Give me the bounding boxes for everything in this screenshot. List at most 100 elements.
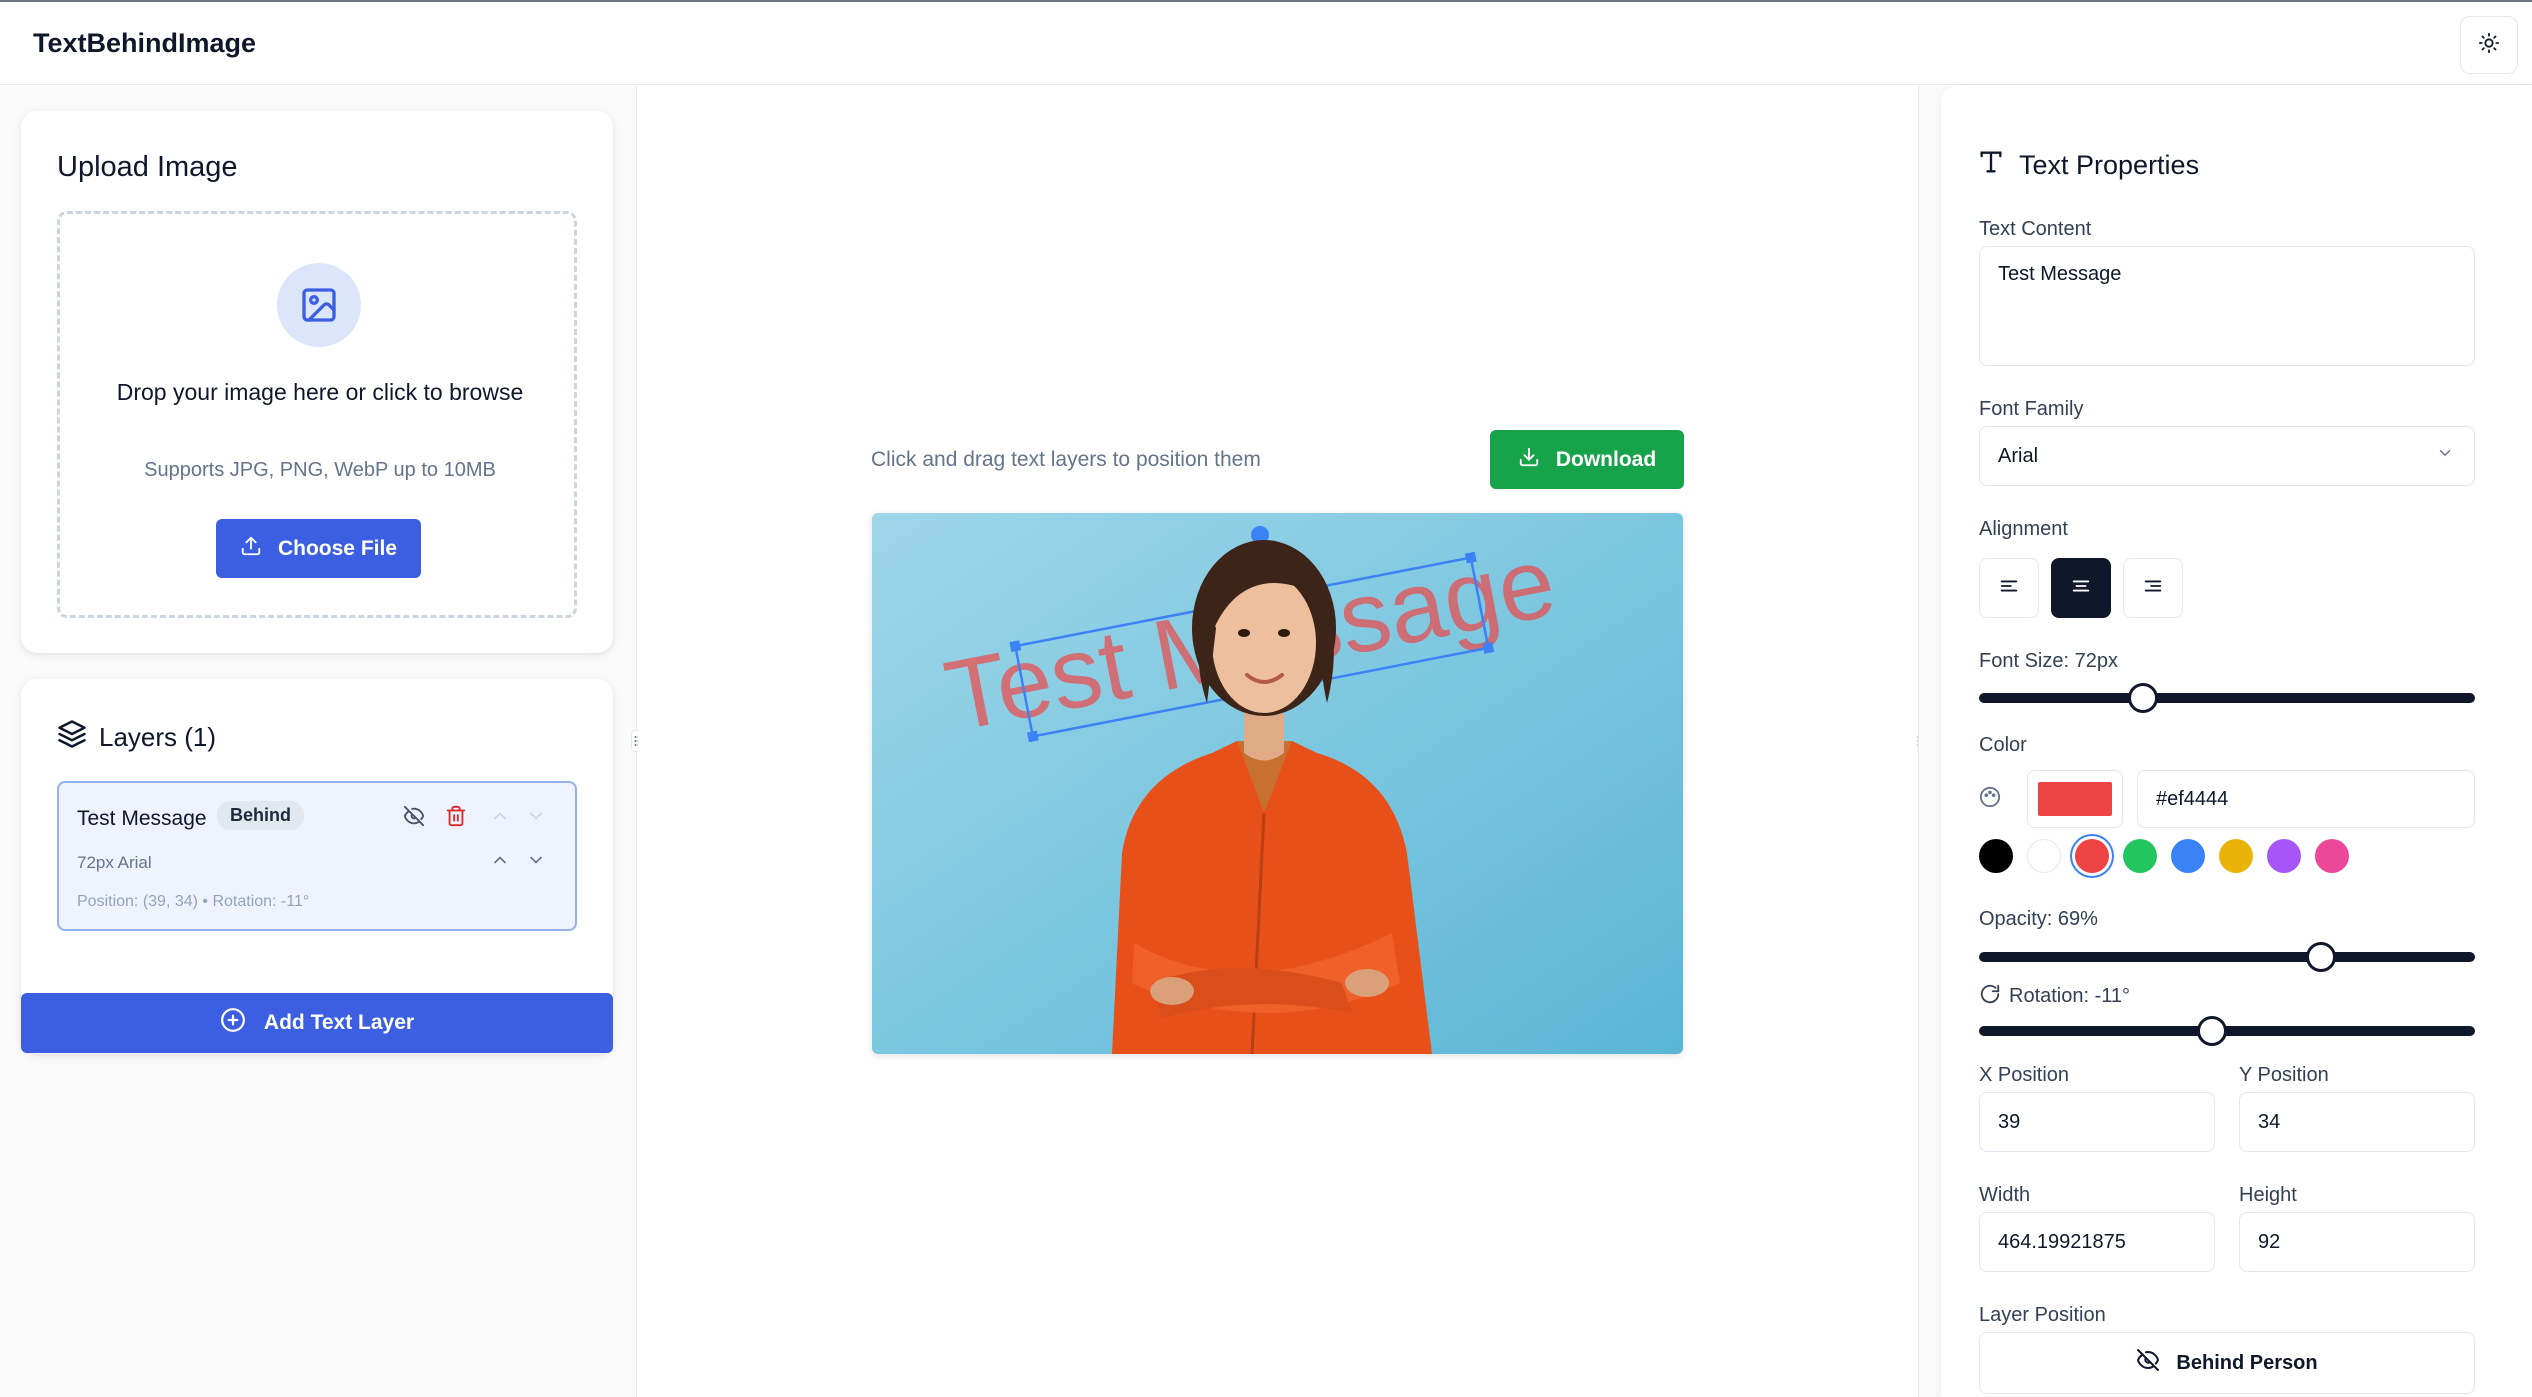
image-canvas[interactable]: Test Message bbox=[872, 513, 1683, 1054]
color-swatch[interactable] bbox=[2075, 839, 2109, 873]
download-button[interactable]: Download bbox=[1490, 430, 1684, 489]
align-left-icon bbox=[1998, 575, 2020, 602]
choose-file-label: Choose File bbox=[277, 536, 398, 560]
canvas-area: Click and drag text layers to position t… bbox=[638, 86, 1917, 1397]
type-icon bbox=[1977, 148, 2005, 183]
color-swatch[interactable] bbox=[2315, 839, 2349, 873]
y-position-label: Y Position bbox=[2239, 1064, 2329, 1086]
properties-header: Text Properties bbox=[1977, 148, 2199, 183]
dropzone-text: Drop your image here or click to browse bbox=[116, 379, 524, 405]
image-icon bbox=[277, 263, 361, 347]
height-value: 92 bbox=[2258, 1230, 2281, 1253]
choose-file-button[interactable]: Choose File bbox=[216, 519, 421, 578]
font-family-label: Font Family bbox=[1979, 398, 2084, 420]
text-content-field[interactable]: Test Message bbox=[1979, 246, 2475, 366]
canvas-hint: Click and drag text layers to position t… bbox=[871, 448, 1261, 471]
left-panel: Upload Image Drop your image here or cli… bbox=[0, 86, 637, 1397]
font-size-slider[interactable] bbox=[1979, 693, 2475, 703]
add-text-layer-label: Add Text Layer bbox=[263, 1011, 415, 1034]
color-label: Color bbox=[1979, 734, 2027, 756]
height-input[interactable]: 92 bbox=[2239, 1212, 2475, 1272]
rotation-label-row: Rotation: -11° bbox=[1979, 983, 2130, 1010]
y-position-value: 34 bbox=[2258, 1110, 2281, 1133]
theme-toggle-button[interactable] bbox=[2460, 16, 2518, 74]
layer-badge: Behind bbox=[217, 801, 304, 830]
chevron-up-icon[interactable] bbox=[487, 847, 513, 873]
download-label: Download bbox=[1555, 447, 1657, 471]
x-position-label: X Position bbox=[1979, 1064, 2070, 1086]
x-position-input[interactable]: 39 bbox=[1979, 1092, 2215, 1152]
dropzone-supports: Supports JPG, PNG, WebP up to 10MB bbox=[144, 459, 496, 481]
font-size-slider-thumb[interactable] bbox=[2127, 683, 2158, 713]
text-properties-card: Text Properties Text Content Test Messag… bbox=[1941, 86, 2532, 1397]
y-position-input[interactable]: 34 bbox=[2239, 1092, 2475, 1152]
eye-off-icon[interactable] bbox=[401, 803, 427, 829]
height-label: Height bbox=[2239, 1184, 2297, 1206]
resize-handle[interactable] bbox=[1482, 642, 1495, 654]
align-right-icon bbox=[2142, 575, 2164, 602]
layers-header: Layers (1) bbox=[57, 719, 216, 756]
color-hex-value: #ef4444 bbox=[2156, 787, 2229, 810]
sun-icon bbox=[2478, 32, 2500, 59]
resize-handle[interactable] bbox=[1464, 551, 1477, 564]
layer-position-value: Behind Person bbox=[2176, 1351, 2318, 1374]
color-swatch[interactable] bbox=[2027, 839, 2061, 873]
chevron-down-icon bbox=[2436, 444, 2454, 468]
color-swatch[interactable] bbox=[2267, 839, 2301, 873]
layer-position-text: Position: (39, 34) • Rotation: -11° bbox=[77, 893, 310, 910]
font-family-select[interactable]: Arial bbox=[1979, 426, 2475, 486]
upload-card: Upload Image Drop your image here or cli… bbox=[21, 111, 613, 653]
color-picker[interactable] bbox=[2027, 770, 2123, 828]
resize-handle[interactable] bbox=[1026, 730, 1039, 743]
rotation-slider-thumb[interactable] bbox=[2197, 1016, 2228, 1046]
right-panel: Text Properties Text Content Test Messag… bbox=[1918, 86, 2532, 1397]
font-size-label: Font Size: 72px bbox=[1979, 650, 2118, 672]
color-chip bbox=[2038, 782, 2112, 816]
add-text-layer-button[interactable]: Add Text Layer bbox=[21, 993, 613, 1053]
color-swatch[interactable] bbox=[2171, 839, 2205, 873]
alignment-label: Alignment bbox=[1979, 518, 2068, 540]
layers-title: Layers (1) bbox=[99, 722, 217, 752]
width-value: 464.19921875 bbox=[1998, 1230, 2126, 1253]
align-center-icon bbox=[2070, 575, 2092, 602]
eye-off-icon bbox=[2136, 1348, 2160, 1378]
properties-title: Text Properties bbox=[2019, 150, 2200, 180]
width-input[interactable]: 464.19921875 bbox=[1979, 1212, 2215, 1272]
app-title: TextBehindImage bbox=[33, 28, 257, 58]
color-swatch[interactable] bbox=[2219, 839, 2253, 873]
layers-icon bbox=[57, 719, 87, 756]
layer-item[interactable]: Test Message Behind 72px Arial Position:… bbox=[57, 781, 577, 931]
trash-icon[interactable] bbox=[443, 803, 469, 829]
palette-icon bbox=[1979, 786, 2001, 813]
layer-position-label: Layer Position bbox=[1979, 1304, 2106, 1326]
chevron-down-icon[interactable] bbox=[523, 803, 549, 829]
plus-circle-icon bbox=[220, 1007, 246, 1039]
resize-handle[interactable] bbox=[1009, 640, 1022, 652]
rotate-icon bbox=[1979, 983, 2001, 1010]
upload-icon bbox=[240, 535, 262, 563]
align-left-button[interactable] bbox=[1979, 558, 2039, 618]
font-family-value: Arial bbox=[1998, 444, 2039, 467]
top-bar: TextBehindImage bbox=[0, 0, 2532, 85]
opacity-slider[interactable] bbox=[1979, 952, 2475, 962]
x-position-value: 39 bbox=[1998, 1110, 2021, 1133]
image-dropzone[interactable]: Drop your image here or click to browse … bbox=[57, 211, 577, 618]
chevron-up-icon[interactable] bbox=[487, 803, 513, 829]
color-swatch[interactable] bbox=[1979, 839, 2013, 873]
text-content-value: Test Message bbox=[1998, 263, 2122, 285]
rotation-label: Rotation: -11° bbox=[2009, 985, 2131, 1007]
align-center-button[interactable] bbox=[2051, 558, 2111, 618]
align-right-button[interactable] bbox=[2123, 558, 2183, 618]
download-icon bbox=[1518, 446, 1540, 474]
opacity-label: Opacity: 69% bbox=[1979, 908, 2098, 930]
width-label: Width bbox=[1979, 1184, 2031, 1206]
color-hex-input[interactable]: #ef4444 bbox=[2137, 770, 2475, 828]
color-swatch[interactable] bbox=[2123, 839, 2157, 873]
chevron-down-icon[interactable] bbox=[523, 847, 549, 873]
layer-name: Test Message bbox=[77, 807, 207, 830]
upload-title: Upload Image bbox=[57, 151, 238, 183]
opacity-slider-thumb[interactable] bbox=[2306, 942, 2337, 972]
layer-position-button[interactable]: Behind Person bbox=[1979, 1332, 2475, 1394]
text-content-label: Text Content bbox=[1979, 218, 2092, 240]
layer-meta: 72px Arial bbox=[77, 853, 152, 872]
